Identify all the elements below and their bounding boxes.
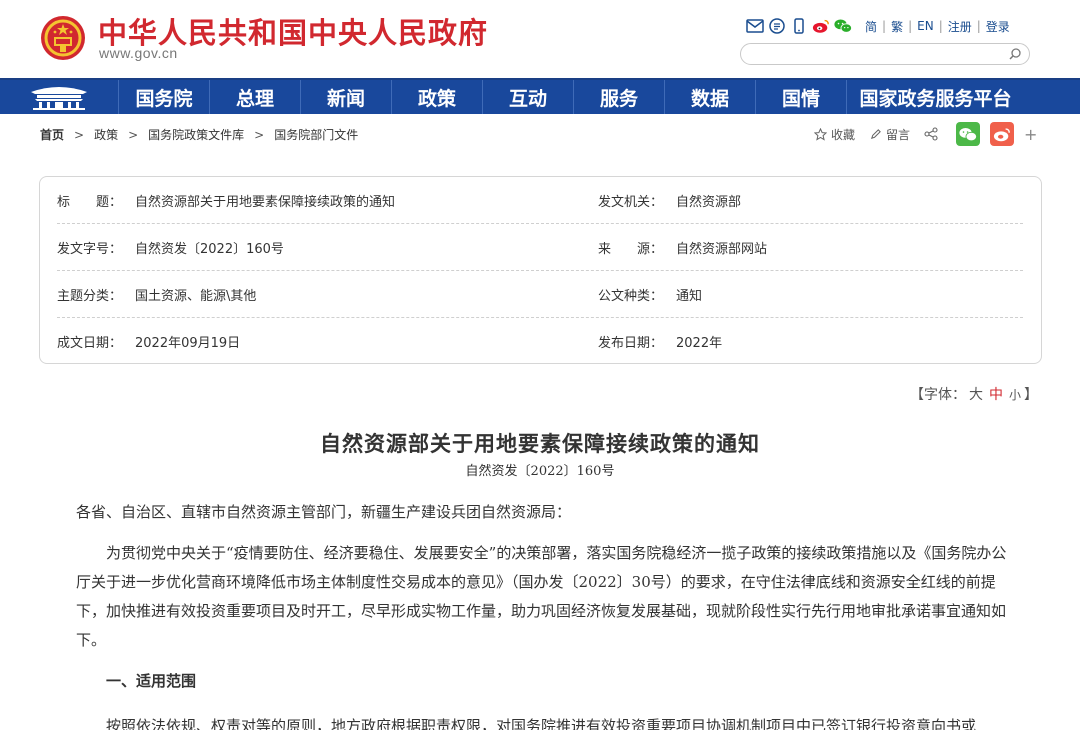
- meta-value-written-date: 2022年09月19日: [135, 336, 241, 351]
- document-meta-table: 标 题： 自然资源部关于用地要素保障接续政策的通知 发文机关： 自然资源部 发文字号…: [39, 176, 1042, 364]
- meta-label-written-date: 成文日期：: [57, 336, 123, 351]
- meta-label-topic: 主题分类：: [57, 288, 123, 304]
- meta-row: 主题分类： 国土资源、能源\其他 公文种类： 通知: [57, 271, 1023, 318]
- nav-item-service[interactable]: 服务: [573, 80, 664, 114]
- wechat-icon: [959, 127, 978, 141]
- nav-item-policy[interactable]: 政策: [391, 80, 482, 114]
- meta-row: 标 题： 自然资源部关于用地要素保障接续政策的通知 发文机关： 自然资源部: [57, 177, 1023, 224]
- meta-label-title: 标 题：: [57, 194, 123, 210]
- top-links: 简 | 繁 | EN | 注册 | 登录: [860, 18, 1015, 35]
- article-title: 自然资源部关于用地要素保障接续政策的通知: [320, 431, 760, 456]
- font-size-large-button[interactable]: 大: [969, 387, 983, 403]
- national-emblem-icon[interactable]: [40, 15, 86, 61]
- font-size-medium-button[interactable]: 中: [989, 387, 1003, 403]
- chevron-right-icon: >: [254, 127, 265, 142]
- share-bar: 收藏 留言 +: [814, 122, 1037, 146]
- meta-value-source: 自然资源部网站: [676, 241, 768, 257]
- breadcrumb: 首页 > 政策 > 国务院政策文件库 > 国务院部门文件: [40, 126, 358, 143]
- share-button[interactable]: [924, 127, 942, 141]
- nav-item-news[interactable]: 新闻: [300, 80, 391, 114]
- meta-label-source: 来 源：: [598, 241, 664, 257]
- breadcrumb-dept-docs[interactable]: 国务院部门文件: [274, 126, 358, 143]
- meta-value-issuer: 自然资源部: [676, 194, 742, 210]
- nav-home-icon[interactable]: [0, 80, 118, 114]
- share-weibo-button[interactable]: [990, 122, 1015, 146]
- wechat-icon[interactable]: [834, 17, 852, 35]
- meta-row: 成文日期： 2022年09月19日 发布日期： 2022年: [57, 318, 1023, 365]
- meta-value-title: 自然资源部关于用地要素保障接续政策的通知: [135, 194, 396, 210]
- article-salutation: 各省、自治区、直辖市自然资源主管部门，新疆生产建设兵团自然资源局：: [76, 503, 572, 521]
- meta-value-doc-number: 自然资发〔2022〕160号: [135, 241, 284, 257]
- weibo-icon: [993, 127, 1010, 141]
- meta-label-publish-date: 发布日期：: [598, 336, 664, 351]
- rss-icon[interactable]: [768, 17, 786, 35]
- article-section-heading: 一、适用范围: [106, 672, 197, 690]
- pen-icon: [870, 128, 881, 139]
- meta-row: 发文字号： 自然资发〔2022〕160号 来 源： 自然资源部网站: [57, 224, 1023, 271]
- font-ctrl-prefix: 【字体：: [910, 387, 966, 403]
- link-login[interactable]: 登录: [981, 18, 1015, 35]
- meta-label-issuer: 发文机关：: [598, 194, 664, 210]
- share-wechat-button[interactable]: [956, 122, 981, 146]
- weibo-icon[interactable]: [812, 17, 830, 35]
- meta-label-doc-type: 公文种类：: [598, 288, 664, 304]
- share-icon: [924, 127, 938, 141]
- site-header: 中华人民共和国中央人民政府 www.gov.cn 简 | 繁 | EN | 注册 | 登…: [0, 0, 1080, 78]
- nav-item-national-info[interactable]: 国情: [755, 80, 846, 114]
- favorite-button[interactable]: 收藏: [814, 126, 855, 143]
- nav-item-premier[interactable]: 总理: [209, 80, 300, 114]
- search-input[interactable]: [751, 45, 1001, 65]
- comment-button[interactable]: 留言: [869, 126, 910, 143]
- search-icon[interactable]: [1007, 46, 1023, 62]
- search-box: [740, 43, 1030, 65]
- comment-label: 留言: [886, 127, 911, 142]
- more-share-button[interactable]: +: [1024, 125, 1037, 144]
- article-paragraph: 为贯彻党中央关于“疫情要防住、经济要稳住、发展要安全”的决策部署，落实国务院稳经…: [76, 544, 1007, 649]
- article-doc-number: 自然资发〔2022〕160号: [465, 464, 615, 479]
- article-paragraph: 按照依法依规、权责对等的原则，地方政府根据职责权限，对国务院推进有效投资重要项目…: [106, 717, 977, 730]
- breadcrumb-home[interactable]: 首页: [40, 126, 64, 143]
- font-size-control: 【字体：大中小】: [910, 384, 1038, 404]
- link-simplified[interactable]: 简: [860, 18, 882, 35]
- top-toolbar: 简 | 繁 | EN | 注册 | 登录: [746, 16, 1015, 36]
- meta-value-publish-date: 2022年: [676, 336, 723, 351]
- nav-item-gov-service-platform[interactable]: 国家政务服务平台: [846, 80, 1024, 114]
- chevron-right-icon: >: [74, 127, 85, 142]
- breadcrumb-policy[interactable]: 政策: [94, 126, 118, 143]
- meta-value-doc-type: 通知: [676, 288, 703, 304]
- link-traditional[interactable]: 繁: [886, 18, 908, 35]
- meta-value-topic: 国土资源、能源\其他: [135, 288, 257, 304]
- font-size-small-button[interactable]: 小: [1009, 388, 1021, 402]
- font-ctrl-suffix: 】: [1024, 387, 1039, 403]
- link-english[interactable]: EN: [912, 19, 939, 33]
- link-register[interactable]: 注册: [943, 18, 977, 35]
- chevron-right-icon: >: [128, 127, 139, 142]
- article-body: 各省、自治区、直辖市自然资源主管部门，新疆生产建设兵团自然资源局： 为贯彻党中央…: [76, 498, 1016, 730]
- star-icon: [814, 127, 827, 141]
- meta-label-doc-number: 发文字号：: [57, 241, 123, 257]
- mobile-icon[interactable]: [790, 17, 808, 35]
- nav-item-data[interactable]: 数据: [664, 80, 755, 114]
- breadcrumb-policy-library[interactable]: 国务院政策文件库: [148, 126, 244, 143]
- mail-icon[interactable]: [746, 17, 764, 35]
- nav-item-state-council[interactable]: 国务院: [118, 80, 209, 114]
- main-nav: 国务院 总理 新闻 政策 互动 服务 数据 国情 国家政务服务平台: [0, 78, 1080, 114]
- favorite-label: 收藏: [831, 127, 856, 142]
- nav-item-interaction[interactable]: 互动: [482, 80, 573, 114]
- site-domain[interactable]: www.gov.cn: [99, 45, 178, 61]
